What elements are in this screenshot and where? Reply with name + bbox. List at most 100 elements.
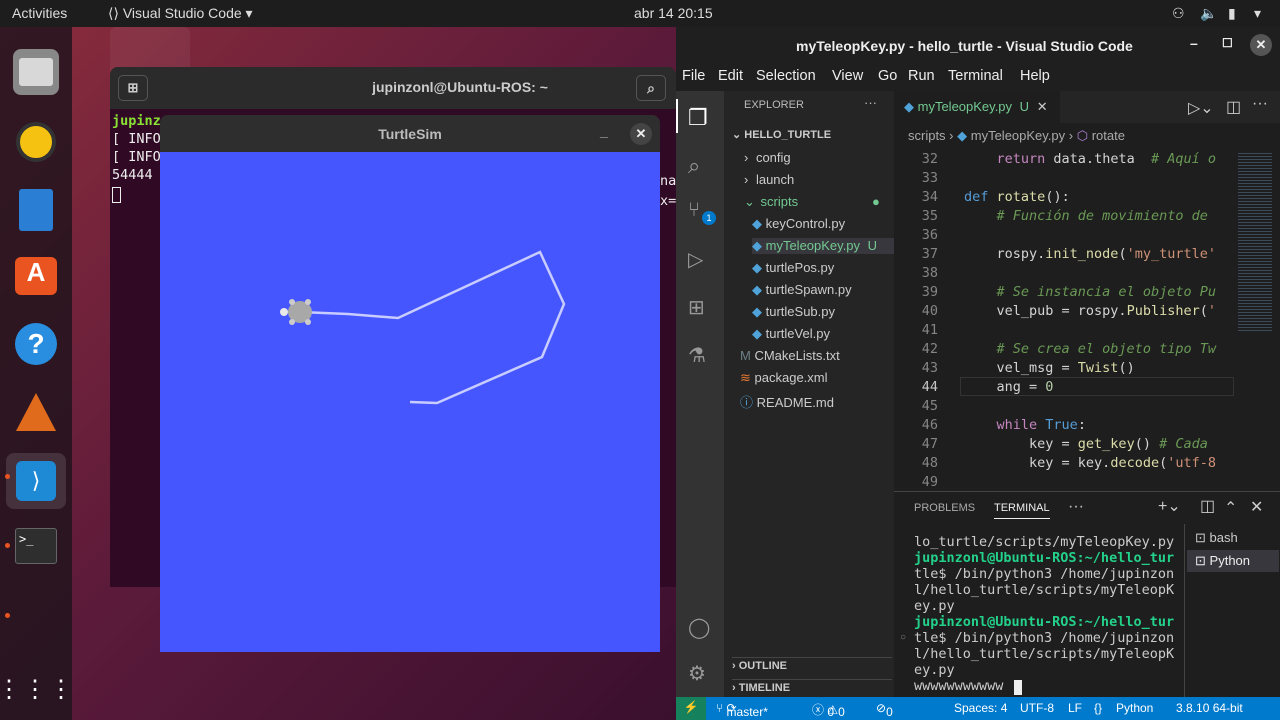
terminal-python[interactable]: ⊡ Python — [1187, 550, 1279, 572]
file-readme[interactable]: ⓘ README.md — [740, 392, 834, 411]
close-panel-icon[interactable]: ✕ — [1250, 497, 1263, 517]
menu-selection[interactable]: Selection — [756, 68, 816, 84]
search-icon[interactable]: ⌕ — [688, 153, 712, 178]
matlab-icon[interactable] — [13, 389, 59, 435]
breadcrumb-folder[interactable]: scripts — [908, 128, 946, 143]
search-icon[interactable]: ⌕ — [636, 75, 666, 101]
minimize-icon[interactable]: – — [1190, 35, 1198, 51]
app-menu[interactable]: ⟨⟩ Visual Studio Code ▾ — [108, 5, 253, 22]
menu-go[interactable]: Go — [878, 68, 897, 84]
folder-launch[interactable]: › launch — [744, 172, 794, 187]
close-icon[interactable]: ✕ — [1250, 34, 1272, 56]
split-terminal-icon[interactable]: ◫ — [1200, 496, 1215, 516]
close-tab-icon[interactable]: ✕ — [1037, 99, 1048, 114]
branch-status[interactable]: ⑂ master* ⟳ — [716, 701, 768, 719]
terminal-titlebar[interactable]: ⊞ jupinzonl@Ubuntu-ROS: ~ ⌕ — [110, 67, 676, 109]
extensions-icon[interactable]: ⊞ — [688, 295, 712, 319]
close-icon[interactable]: ✕ — [630, 123, 652, 145]
file-turtlepos[interactable]: ◆ turtlePos.py — [752, 260, 834, 276]
vscode-window[interactable]: myTeleopKey.py - hello_turtle - Visual S… — [676, 27, 1280, 720]
language-status[interactable]: Python — [1116, 701, 1153, 715]
line-number: 39 — [921, 284, 938, 300]
turtle-trail — [299, 250, 566, 405]
new-tab-icon[interactable]: ⊞ — [118, 75, 148, 101]
testing-icon[interactable]: ⚗ — [688, 343, 712, 367]
files-icon[interactable] — [13, 49, 59, 95]
maximize-icon[interactable]: ☐ — [1222, 36, 1233, 50]
terminal-icon[interactable]: >_ — [13, 523, 59, 569]
terminal-bash[interactable]: ⊡ bash — [1195, 530, 1238, 546]
turtlesim-titlebar[interactable]: TurtleSim _ ✕ — [160, 115, 660, 152]
problems-status[interactable]: ⓧ 0 ⚠ 0 — [812, 701, 845, 719]
eol-status[interactable]: LF — [1068, 701, 1082, 715]
menu-run[interactable]: Run — [908, 68, 935, 84]
explorer-icon[interactable]: ❐ — [688, 105, 712, 130]
menu-terminal[interactable]: Terminal — [948, 68, 1003, 84]
minimize-icon[interactable]: _ — [600, 123, 608, 139]
new-terminal-icon[interactable]: +⌄ — [1158, 496, 1181, 516]
file-turtlevel[interactable]: ◆ turtleVel.py — [752, 326, 830, 342]
battery-icon[interactable]: ▮ — [1228, 5, 1236, 22]
vscode-titlebar[interactable]: myTeleopKey.py - hello_turtle - Visual S… — [676, 27, 1280, 63]
tab-terminal[interactable]: TERMINAL — [994, 502, 1050, 519]
outline-section[interactable]: › OUTLINE — [732, 657, 892, 672]
more-icon[interactable]: ··· — [1068, 498, 1084, 516]
tab-problems[interactable]: PROBLEMS — [914, 502, 975, 514]
software-icon[interactable]: A — [13, 253, 59, 299]
volume-icon[interactable]: 🔈 — [1200, 5, 1217, 22]
system-menu-icon[interactable]: ▾ — [1254, 5, 1261, 22]
run-debug-icon[interactable]: ▷ — [688, 247, 712, 271]
menu-help[interactable]: Help — [1020, 68, 1050, 84]
menu-view[interactable]: View — [832, 68, 863, 84]
file-myteleopkey[interactable]: ◆ myTeleopKey.py U — [752, 238, 894, 254]
workspace-root[interactable]: ⌄ HELLO_TURTLE — [732, 128, 831, 141]
line-number: 35 — [921, 208, 938, 224]
code-line: ang = 0 — [964, 379, 1054, 395]
remote-icon[interactable]: ⚡ — [676, 697, 706, 720]
show-apps-icon[interactable]: ⋮⋮⋮ — [0, 667, 73, 713]
run-python-icon[interactable]: ▷⌄ — [1188, 98, 1214, 118]
indent-status[interactable]: Spaces: 4 — [954, 701, 1007, 715]
writer-icon[interactable] — [13, 187, 59, 233]
editor-area[interactable]: ◆ myTeleopKey.py U ✕ ▷⌄ ◫ ··· scripts › … — [894, 91, 1280, 491]
file-turtlesub[interactable]: ◆ turtleSub.py — [752, 304, 835, 320]
timeline-section[interactable]: › TIMELINE — [732, 679, 892, 694]
source-control-icon[interactable]: ⑂ 1 — [688, 199, 716, 225]
more-actions-icon[interactable]: ··· — [864, 95, 877, 110]
clock[interactable]: abr 14 20:15 — [634, 5, 713, 21]
breadcrumb-symbol[interactable]: rotate — [1092, 128, 1125, 143]
file-keycontrol[interactable]: ◆ keyControl.py — [752, 216, 845, 232]
vscode-icon[interactable]: ⟩ — [6, 453, 66, 509]
line-number: 34 — [921, 189, 938, 205]
help-icon[interactable]: ? — [13, 321, 59, 367]
rhythmbox-icon[interactable] — [13, 119, 59, 165]
encoding-status[interactable]: UTF-8 — [1020, 701, 1054, 715]
interpreter-status[interactable]: 3.8.10 64-bit — [1176, 701, 1243, 715]
more-actions-icon[interactable]: ··· — [1252, 95, 1268, 113]
file-turtlespawn[interactable]: ◆ turtleSpawn.py — [752, 282, 852, 298]
python-file-icon: ◆ — [752, 260, 762, 275]
terminal-list: ⊡ bash ⊡ Python — [1184, 524, 1280, 698]
maximize-panel-icon[interactable]: ⌃ — [1224, 498, 1237, 518]
turtlesim-window[interactable]: TurtleSim _ ✕ — [160, 115, 660, 652]
code-editor[interactable]: 32 33 34 35 36 37 38 39 40 41 42 43 44 4… — [894, 147, 1234, 491]
ports-status[interactable]: ⊘ 0 — [876, 701, 893, 719]
accounts-icon[interactable]: ◯ — [688, 615, 712, 639]
file-package-xml[interactable]: ≋ package.xml — [740, 370, 828, 386]
terminal-line: ey.py — [914, 662, 955, 678]
settings-gear-icon[interactable]: ⚙ — [688, 661, 712, 685]
editor-tab[interactable]: ◆ myTeleopKey.py U ✕ — [894, 91, 1060, 123]
menu-file[interactable]: File — [682, 68, 705, 84]
minimap-content — [1238, 151, 1272, 331]
breadcrumb-file[interactable]: myTeleopKey.py — [971, 128, 1065, 143]
file-cmakelists[interactable]: M CMakeLists.txt — [740, 348, 840, 363]
dock: A ? ⟩ >_ ⋮⋮⋮ — [0, 27, 73, 720]
split-editor-icon[interactable]: ◫ — [1226, 97, 1241, 117]
minimap[interactable] — [1234, 147, 1280, 387]
terminal-line: lo_turtle/scripts/myTeleopKey.py — [914, 534, 1175, 550]
activities-button[interactable]: Activities — [12, 5, 67, 21]
menu-edit[interactable]: Edit — [718, 68, 743, 84]
network-icon[interactable]: ⚇ — [1172, 5, 1185, 22]
folder-scripts[interactable]: ⌄ scripts — [744, 194, 798, 210]
folder-config[interactable]: › config — [744, 150, 791, 165]
